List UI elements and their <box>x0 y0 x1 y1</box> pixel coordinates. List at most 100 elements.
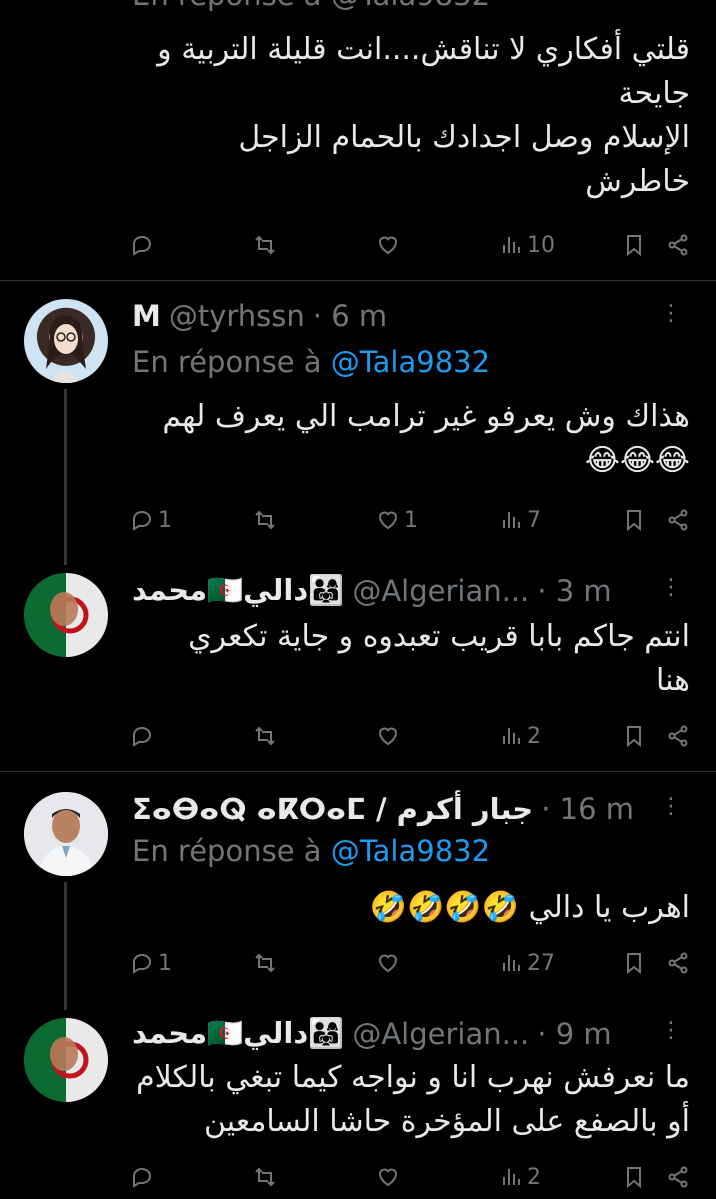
retweet-icon <box>255 235 275 255</box>
action-bar: 2 <box>130 719 690 753</box>
heart-icon <box>378 1168 398 1187</box>
tweet-header: محمد🇩🇿دالي👨‍👩‍👧 @Algerian... · 3 m <box>132 573 612 608</box>
reply-icon <box>133 1167 152 1188</box>
tweet-text: هذاك وش يعرفو غير ترامب الي يعرف لهم 😂😂😂 <box>162 399 690 478</box>
reply-icon <box>133 726 152 747</box>
display-name[interactable]: محمد🇩🇿دالي👨‍👩‍👧 <box>132 1016 344 1051</box>
handle[interactable]: @Algerian... <box>352 574 529 608</box>
views-button[interactable]: 2 <box>499 724 559 749</box>
reply-button[interactable]: 1 <box>130 508 190 533</box>
tweet-header: ⵉⴰⴱⴰⵕ ⴰⴽⵔⴰⵎ / جبار أكرم · 16 m <box>132 792 634 826</box>
action-bar: 1 1 7 <box>130 503 690 537</box>
tweet[interactable]: ⵉⴰⴱⴰⵕ ⴰⴽⵔⴰⵎ / جبار أكرم · 16 m ⋮ En répo… <box>0 772 716 1199</box>
views-button[interactable]: 27 <box>499 951 559 976</box>
analytics-icon <box>503 237 520 253</box>
views-button[interactable]: 7 <box>499 508 559 533</box>
avatar[interactable] <box>24 299 108 383</box>
analytics-icon <box>503 728 520 744</box>
handle[interactable]: @Algerian... <box>352 1017 529 1051</box>
tweet[interactable]: قلتي أفكاري لا تناقش....انت قليلة التربي… <box>0 0 716 280</box>
retweet-icon <box>255 510 275 530</box>
reply-count: 1 <box>158 507 172 533</box>
more-options-icon[interactable]: ⋮ <box>660 301 682 326</box>
bookmark-icon[interactable] <box>622 724 646 748</box>
retweet-icon <box>255 953 275 973</box>
reply-context: En réponse à @Tala9832 <box>132 834 491 868</box>
views-count: 2 <box>527 1164 541 1190</box>
heart-icon <box>378 954 398 973</box>
display-name[interactable]: ⵉⴰⴱⴰⵕ ⴰⴽⵔⴰⵎ / جبار أكرم <box>132 792 533 826</box>
retweet-button[interactable] <box>253 233 313 257</box>
like-button[interactable] <box>376 1165 436 1189</box>
share-icon[interactable] <box>666 233 690 257</box>
reply-icon <box>133 510 152 531</box>
timestamp[interactable]: · 16 m <box>541 792 634 826</box>
timestamp[interactable]: · 9 m <box>537 1017 611 1051</box>
retweet-button[interactable] <box>253 1165 313 1189</box>
retweet-icon <box>255 726 275 746</box>
retweet-button[interactable] <box>253 724 313 748</box>
reply-icon <box>133 235 152 256</box>
heart-icon <box>378 511 398 530</box>
like-button[interactable] <box>376 951 436 975</box>
views-count: 27 <box>527 950 555 976</box>
reply-icon <box>133 953 152 974</box>
tweet-header: محمد🇩🇿دالي👨‍👩‍👧 @Algerian... · 9 m <box>132 1016 612 1051</box>
bookmark-icon[interactable] <box>622 1165 646 1189</box>
retweet-icon <box>255 1167 275 1187</box>
heart-icon <box>378 727 398 746</box>
like-button[interactable]: 1 <box>376 508 436 533</box>
share-icon[interactable] <box>666 724 690 748</box>
avatar[interactable] <box>24 1018 108 1102</box>
reply-button[interactable]: 1 <box>130 951 190 976</box>
display-name[interactable]: M <box>132 299 161 333</box>
reply-button[interactable] <box>130 1165 190 1189</box>
reply-button[interactable] <box>130 724 190 748</box>
reply-button[interactable] <box>130 233 190 257</box>
analytics-icon <box>503 1169 520 1185</box>
mention-link[interactable]: @Tala9832 <box>331 834 490 868</box>
tweet-text: قلتي أفكاري لا تناقش....انت قليلة التربي… <box>157 32 690 199</box>
more-options-icon[interactable]: ⋮ <box>660 794 682 819</box>
more-options-icon[interactable]: ⋮ <box>660 1018 682 1043</box>
analytics-icon <box>503 955 520 971</box>
views-count: 10 <box>527 232 555 258</box>
reply-context: En réponse à @Tala9832 <box>132 345 491 379</box>
bookmark-icon[interactable] <box>622 233 646 257</box>
retweet-button[interactable] <box>253 951 313 975</box>
thread-connector <box>64 882 67 1010</box>
tweet-header: M @tyrhssn · 6 m <box>132 299 387 333</box>
action-bar: 1 27 <box>130 946 690 980</box>
heart-icon <box>378 236 398 255</box>
timestamp[interactable]: · 3 m <box>537 574 611 608</box>
handle[interactable]: @tyrhssn <box>169 299 305 333</box>
reply-count: 1 <box>158 950 172 976</box>
retweet-button[interactable] <box>253 508 313 532</box>
share-icon[interactable] <box>666 1165 690 1189</box>
display-name[interactable]: محمد🇩🇿دالي👨‍👩‍👧 <box>132 573 344 608</box>
views-count: 2 <box>527 723 541 749</box>
avatar[interactable] <box>24 792 108 876</box>
mention-link[interactable]: @Tala9832 <box>331 345 490 379</box>
action-bar: 10 <box>130 228 690 262</box>
tweet-text: اهرب يا دالي 🤣🤣🤣🤣 <box>369 890 690 925</box>
analytics-icon <box>503 512 520 528</box>
more-options-icon[interactable]: ⋮ <box>660 575 682 600</box>
thread-connector <box>64 389 67 565</box>
tweet-text: ما نعرفش نهرب انا و نواجه كيما تبغي بالك… <box>136 1060 690 1139</box>
tweet-text: انتم جاكم بابا قريب تعبدوه و جاية تكعري … <box>188 619 690 698</box>
timestamp[interactable]: · 6 m <box>313 299 387 333</box>
tweet[interactable]: M @tyrhssn · 6 m ⋮ En réponse à @Tala983… <box>0 281 716 771</box>
action-bar: 2 <box>130 1160 690 1194</box>
like-button[interactable] <box>376 233 436 257</box>
views-count: 7 <box>527 507 541 533</box>
share-icon[interactable] <box>666 508 690 532</box>
like-count: 1 <box>404 507 418 533</box>
views-button[interactable]: 10 <box>499 233 559 258</box>
share-icon[interactable] <box>666 951 690 975</box>
like-button[interactable] <box>376 724 436 748</box>
avatar[interactable] <box>24 573 108 657</box>
views-button[interactable]: 2 <box>499 1165 559 1190</box>
bookmark-icon[interactable] <box>622 951 646 975</box>
bookmark-icon[interactable] <box>622 508 646 532</box>
